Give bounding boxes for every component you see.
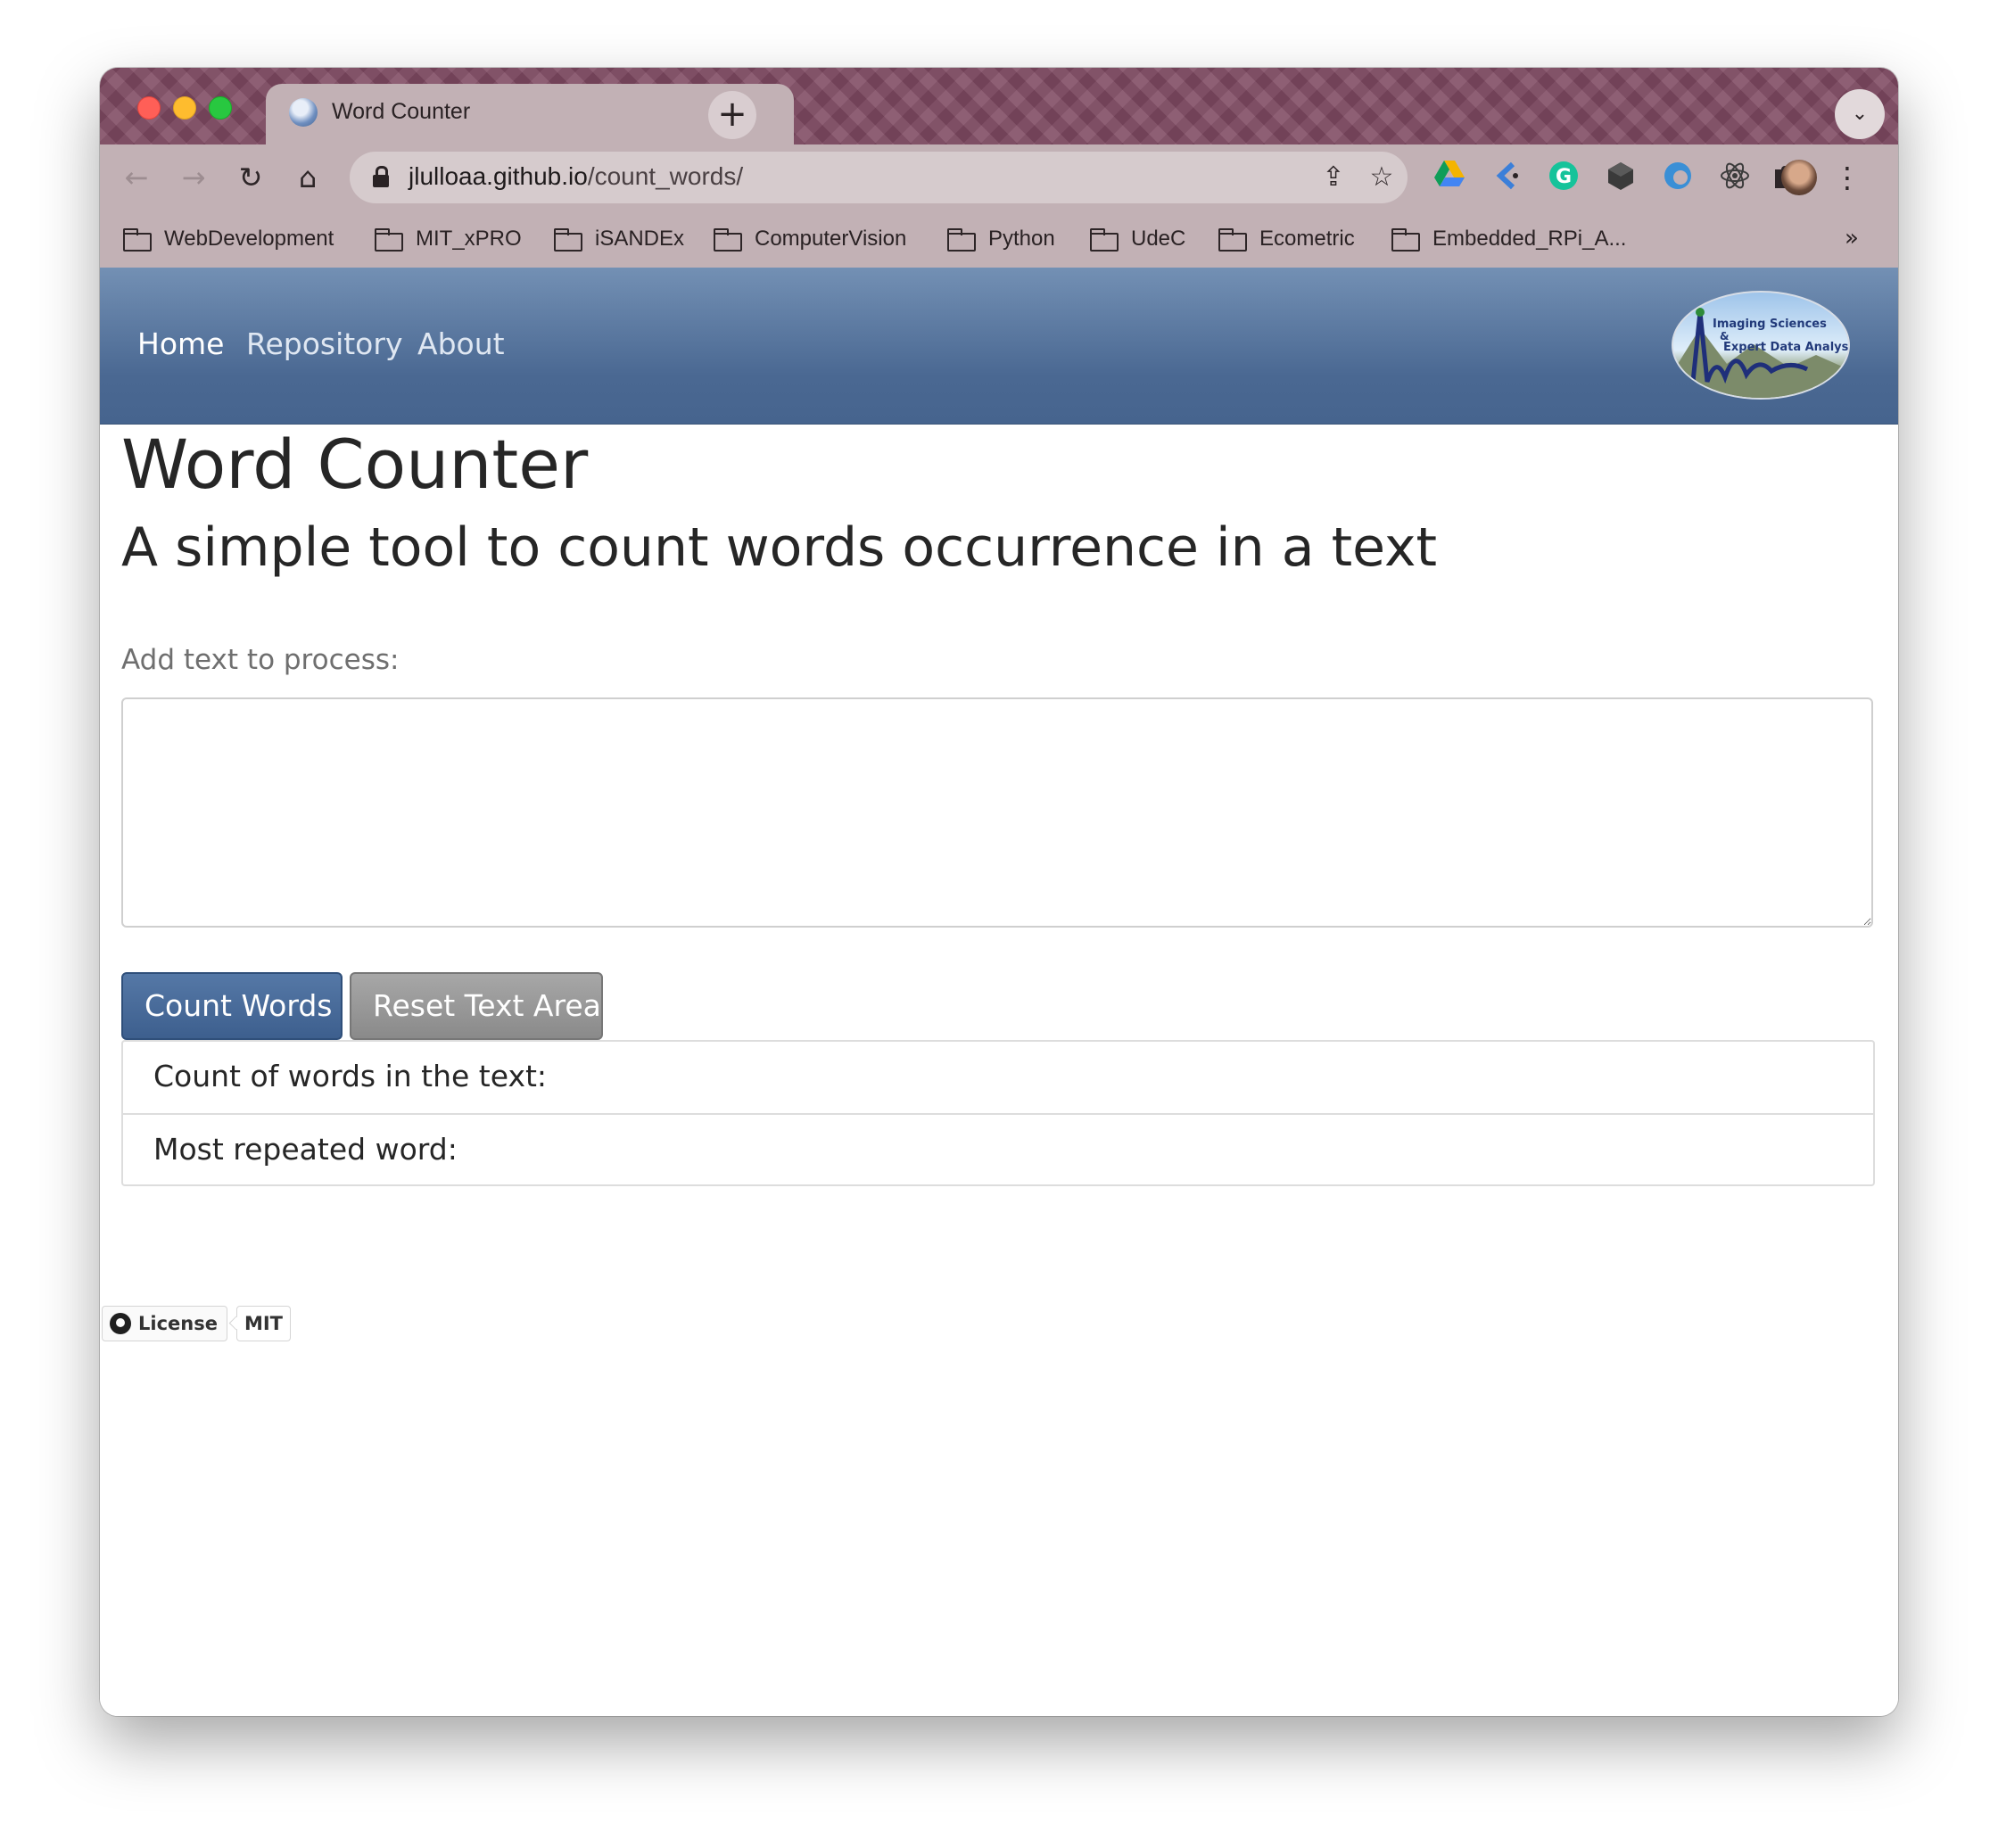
bookmarks-overflow-button[interactable]: » xyxy=(1845,225,1859,252)
reload-icon[interactable]: ↻ xyxy=(230,157,271,198)
folder-icon xyxy=(123,228,152,252)
page-content: Home Repository About Imaging Sciences &… xyxy=(100,268,1898,1716)
folder-icon xyxy=(947,228,976,252)
most-repeated-word-result: Most repeated word: xyxy=(123,1113,1873,1184)
url-host: jlulloaa.github.io xyxy=(409,162,588,190)
bookmark-folder[interactable]: Python xyxy=(947,223,1055,255)
browser-window: Word Counter ✕ + ⌄ ← → ↻ ⌂ jlulloaa.gith… xyxy=(100,68,1898,1716)
site-logo[interactable]: Imaging Sciences & Expert Data Analysis xyxy=(1672,291,1850,400)
badge-label: License xyxy=(138,1313,218,1334)
bookmark-label: WebDevelopment xyxy=(164,227,334,251)
profile-avatar[interactable] xyxy=(1781,160,1817,195)
logo-line2: Expert Data Analysis xyxy=(1723,341,1850,354)
text-input-area[interactable] xyxy=(121,697,1873,928)
nav-link-about[interactable]: About xyxy=(417,326,505,361)
count-words-button[interactable]: Count Words xyxy=(121,972,343,1040)
svg-text:G: G xyxy=(1556,166,1572,188)
license-badge[interactable]: License MIT xyxy=(102,1306,292,1341)
results-list: Count of words in the text: Most repeate… xyxy=(121,1040,1875,1186)
url-text[interactable]: jlulloaa.github.io/count_words/ xyxy=(409,162,743,191)
bookmark-label: UdeC xyxy=(1131,227,1186,251)
logo-line1: Imaging Sciences xyxy=(1713,318,1827,331)
bookmark-label: MIT_xPRO xyxy=(416,227,522,251)
github-icon xyxy=(110,1313,131,1334)
bookmark-folder[interactable]: WebDevelopment xyxy=(123,223,334,255)
nav-link-home[interactable]: Home xyxy=(137,326,224,361)
menu-kebab-icon[interactable]: ⋮ xyxy=(1830,161,1864,194)
maximize-window-button[interactable] xyxy=(209,96,232,120)
bookmark-label: ComputerVision xyxy=(755,227,907,251)
bookmark-folder[interactable]: Embedded_RPi_A... xyxy=(1391,223,1626,255)
react-icon[interactable] xyxy=(1718,161,1752,194)
bookmark-folder[interactable]: Ecometric xyxy=(1218,223,1355,255)
badge-left: License xyxy=(102,1306,227,1341)
back-arrow-icon[interactable]: ← xyxy=(116,157,157,198)
folder-icon xyxy=(714,228,742,252)
bookmark-label: Embedded_RPi_A... xyxy=(1432,227,1627,251)
page-title: Word Counter xyxy=(121,425,589,504)
browser-toolbar: ← → ↻ ⌂ jlulloaa.github.io/count_words/ … xyxy=(100,144,1898,210)
folder-icon xyxy=(1391,228,1420,252)
lock-icon[interactable] xyxy=(373,166,389,187)
textarea-label: Add text to process: xyxy=(121,644,400,676)
bookmark-label: iSANDEx xyxy=(595,227,685,251)
forward-arrow-icon[interactable]: → xyxy=(173,157,214,198)
badge-right: MIT xyxy=(235,1306,292,1341)
home-icon[interactable]: ⌂ xyxy=(287,157,328,198)
word-count-result: Count of words in the text: xyxy=(153,1059,548,1093)
folder-icon xyxy=(554,228,582,252)
edge-icon[interactable] xyxy=(1661,161,1695,194)
bookmark-folder[interactable]: UdeC xyxy=(1090,223,1185,255)
bookmark-folder[interactable]: iSANDEx xyxy=(554,223,684,255)
bookmark-label: Python xyxy=(988,227,1055,251)
folder-icon xyxy=(1090,228,1119,252)
folder-icon xyxy=(1218,228,1247,252)
url-path: /count_words/ xyxy=(587,162,744,190)
bookmarks-bar: WebDevelopment MIT_xPRO iSANDEx Computer… xyxy=(100,210,1898,268)
close-window-button[interactable] xyxy=(137,96,161,120)
new-tab-button[interactable]: + xyxy=(708,91,756,139)
share-icon[interactable]: ⇪ xyxy=(1317,161,1350,194)
google-drive-icon[interactable] xyxy=(1432,161,1466,194)
badge-value: MIT xyxy=(244,1313,284,1334)
bookmark-star-icon[interactable]: ☆ xyxy=(1365,161,1399,194)
bookmark-folder[interactable]: MIT_xPRO xyxy=(375,223,522,255)
bookmark-label: Ecometric xyxy=(1259,227,1355,251)
nav-link-repository[interactable]: Repository xyxy=(246,326,402,361)
tab-strip: Word Counter ✕ + ⌄ xyxy=(100,68,1898,144)
tab-title: Word Counter xyxy=(332,99,471,124)
reset-text-area-button[interactable]: Reset Text Area xyxy=(350,972,603,1040)
klarna-icon[interactable] xyxy=(1490,161,1523,194)
site-navbar: Home Repository About Imaging Sciences &… xyxy=(100,268,1898,425)
tab-favicon-icon xyxy=(289,98,318,127)
bookmark-folder[interactable]: ComputerVision xyxy=(714,223,906,255)
folder-icon xyxy=(375,228,403,252)
cube-icon[interactable] xyxy=(1604,161,1638,194)
address-bar[interactable]: jlulloaa.github.io/count_words/ ⇪ ☆ xyxy=(350,152,1408,203)
minimize-window-button[interactable] xyxy=(173,96,196,120)
tab-search-button[interactable]: ⌄ xyxy=(1835,89,1885,139)
page-subtitle: A simple tool to count words occurrence … xyxy=(121,516,1438,579)
grammarly-icon[interactable]: G xyxy=(1547,161,1581,194)
